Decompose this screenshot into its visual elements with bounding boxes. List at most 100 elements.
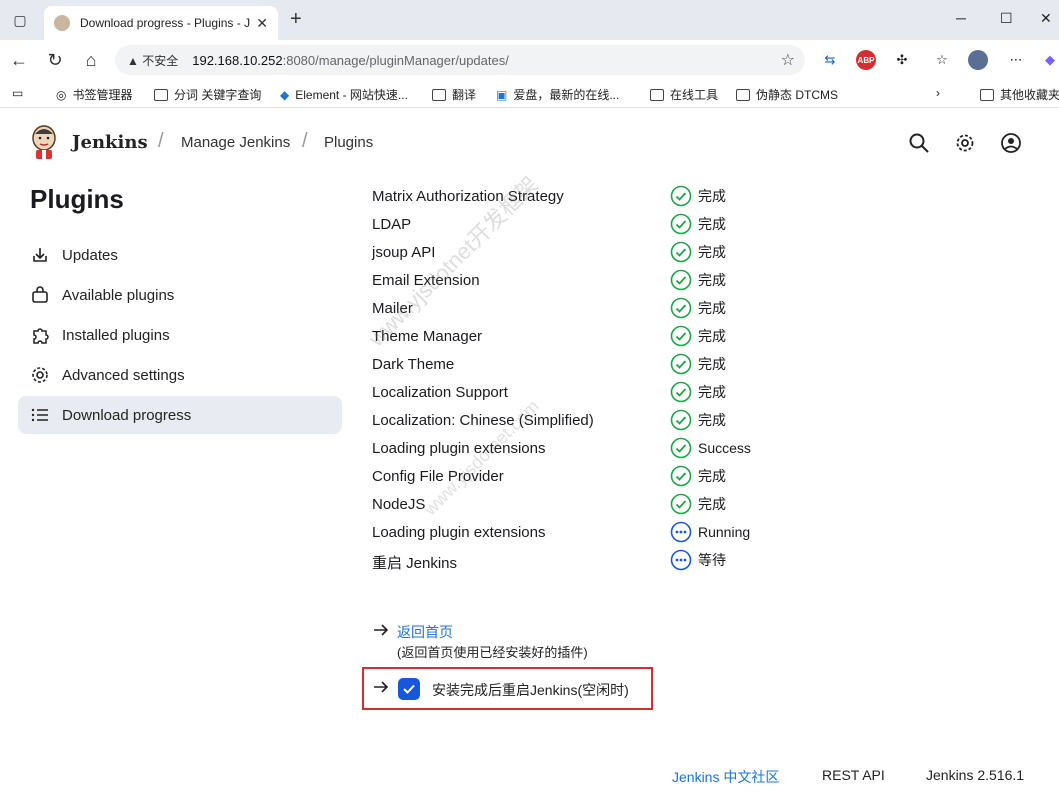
plugin-status-label: Success [698,440,751,456]
plugin-status: Running [670,521,750,543]
bookmark-item[interactable]: 伪静态 DTCMS [736,86,838,103]
success-check-icon [670,381,692,403]
close-tab-icon[interactable]: ✕ [256,15,268,32]
close-window-icon[interactable]: ✕ [1040,10,1052,27]
plugin-status-label: 完成 [698,300,726,316]
jenkins-logo-icon[interactable] [30,124,58,160]
arrow-right-icon [374,681,389,693]
jenkins-brand[interactable]: Jenkins [72,132,148,153]
bookmark-label: 在线工具 [670,88,719,102]
adblock-icon[interactable]: ABP [856,50,876,70]
footer-version[interactable]: Jenkins 2.516.1 [926,767,1024,783]
success-check-icon [670,241,692,263]
back-to-home-link[interactable]: 返回首页 [397,622,453,642]
plugin-name: Loading plugin extensions [372,440,546,457]
sidebar-item-download-progress[interactable]: Download progress [18,396,342,434]
minimize-icon[interactable]: ─ [956,10,966,26]
back-icon[interactable]: ← [8,49,30,71]
breadcrumb-plugins[interactable]: Plugins [324,134,373,151]
bookmark-item[interactable]: 翻译 [432,86,476,103]
breadcrumb-manage-jenkins[interactable]: Manage Jenkins [181,134,290,151]
bookmark-item[interactable]: 在线工具 [650,86,718,103]
restart-checkbox[interactable] [398,678,420,700]
reload-icon[interactable]: ↻ [44,49,66,71]
sidebar-item-label: Download progress [62,406,192,424]
plugin-row: Localization: Chinese (Simplified) 完成 [372,408,872,436]
sidebar-item-label: Available plugins [62,286,175,304]
browser-tab[interactable]: Download progress - Plugins - Jenkins ✕ [44,6,278,40]
sidebar-item-label: Updates [62,246,118,264]
bookmark-item[interactable]: ▣ 爱盘，最新的在线... [496,86,619,103]
bookmarks-overflow-icon[interactable]: › [936,86,940,100]
plugin-status-label: 完成 [698,188,726,204]
success-check-icon [670,493,692,515]
search-icon[interactable] [908,132,930,154]
browser-tab-bar: ▢ Download progress - Plugins - Jenkins … [0,0,1059,40]
plugin-status: 完成 [670,269,726,291]
sidebar-item-advanced-settings[interactable]: Advanced settings [18,356,342,394]
plugin-status-label: Running [698,524,751,540]
plugin-name: Loading plugin extensions [372,524,546,541]
sidebar-item-label: Advanced settings [62,366,185,384]
bookmark-label: 书签管理器 [72,88,133,102]
footer-community-link[interactable]: Jenkins 中文社区 [672,767,779,787]
favorite-star-icon[interactable]: ☆ [781,50,795,70]
tab-actions-icon[interactable]: ▢ [10,10,30,30]
bookmark-item[interactable]: 其他收藏夹 [980,86,1059,103]
bookmark-item[interactable]: ◆ Element - 网站快速... [280,86,408,103]
plugin-status-label: 完成 [698,272,726,288]
footer-rest-api[interactable]: REST API [822,767,885,783]
success-check-icon [670,213,692,235]
plugin-name: Theme Manager [372,328,483,345]
url-field[interactable]: ▲ 不安全 192.168.10.252:8080/manage/pluginM… [115,45,805,75]
reading-list-icon[interactable]: ▭ [12,86,23,100]
success-check-icon [670,269,692,291]
new-tab-icon[interactable]: + [290,8,302,31]
plugin-status-label: 等待 [698,552,726,568]
sidebar-item-updates[interactable]: Updates [18,236,342,274]
more-menu-icon[interactable]: ⋯ [1006,50,1026,70]
plugin-row: 重启 Jenkins 等待 [372,548,872,576]
jenkins-favicon-icon [54,15,70,31]
sidebar-item-available-plugins[interactable]: Available plugins [18,276,342,314]
restart-checkbox-label[interactable]: 安装完成后重启Jenkins(空闲时) [432,680,629,700]
breadcrumb-separator: / [302,130,308,152]
url-path: :8080/manage/pluginManager/updates/ [282,52,509,68]
maximize-icon[interactable]: ☐ [1000,10,1013,27]
bookmark-label: 翻译 [452,88,477,102]
bookmark-item[interactable]: 分词 关键字查询 [154,86,261,103]
bookmarks-bar: ▭ ◎ 书签管理器 分词 关键字查询 ◆ Element - 网站快速... 翻译 … [0,80,1059,108]
sidebar-item-installed-plugins[interactable]: Installed plugins [18,316,342,354]
folder-icon [432,88,446,101]
settings-gear-icon[interactable] [954,132,976,154]
plugin-row: Mailer 完成 [372,296,872,324]
favorites-icon[interactable]: ☆ [932,50,952,70]
extension-icon[interactable]: ⇆ [820,50,840,70]
plugin-status-label: 完成 [698,244,726,260]
list-icon [30,405,50,425]
success-check-icon [670,409,692,431]
user-account-icon[interactable] [1000,132,1022,154]
plugin-row: NodeJS 完成 [372,492,872,520]
profile-avatar-icon[interactable] [968,50,988,70]
home-icon[interactable]: ⌂ [80,49,102,71]
not-secure-badge[interactable]: ▲ 不安全 [127,52,178,69]
plugin-status-label: 完成 [698,216,726,232]
extensions-puzzle-icon[interactable]: ✣ [892,50,912,70]
checkmark-icon [403,684,415,694]
sidebar-item-label: Installed plugins [62,326,170,344]
pending-ellipsis-icon [670,549,692,571]
bookmark-label: 爱盘，最新的在线... [513,88,620,102]
jenkins-header: Jenkins / Manage Jenkins / Plugins [0,108,1059,178]
bookmark-item[interactable]: ◎ 书签管理器 [56,86,133,103]
plugin-status-label: 完成 [698,412,726,428]
globe-icon: ◎ [56,87,67,102]
plugin-status: 完成 [670,381,726,403]
copilot-icon[interactable]: ◆ [1040,50,1059,70]
plugin-name: LDAP [372,216,412,233]
plugin-name: Localization Support [372,384,508,401]
page-title: Plugins [30,184,124,214]
address-bar-row: ← ↻ ⌂ ▲ 不安全 192.168.10.252:8080/manage/p… [0,40,1059,80]
aipan-logo-icon: ▣ [496,87,508,102]
pending-ellipsis-icon [670,521,692,543]
